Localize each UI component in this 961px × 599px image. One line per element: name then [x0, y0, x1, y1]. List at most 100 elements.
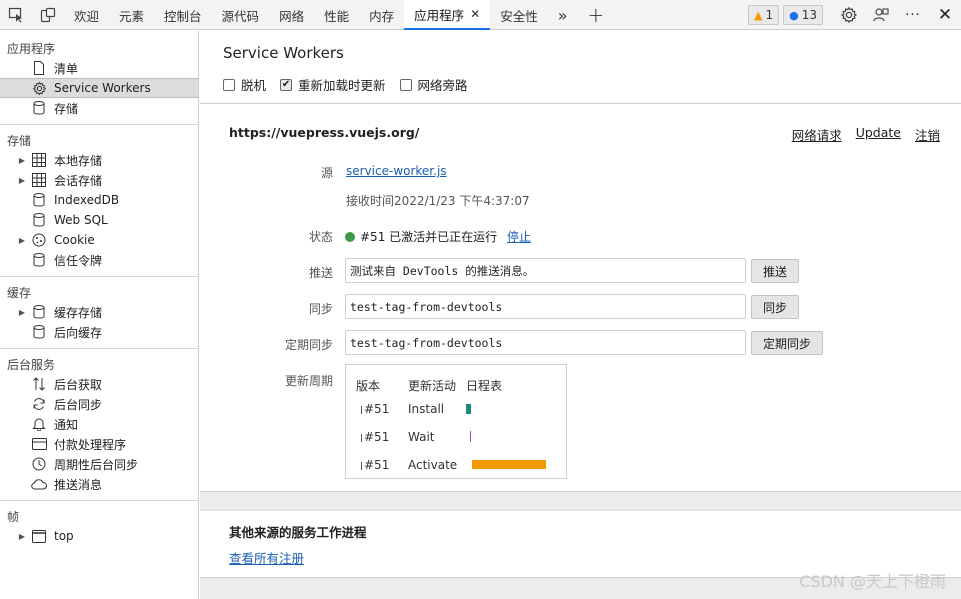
sidebar-divider [0, 348, 198, 349]
activity-cell: Install [408, 402, 445, 416]
sidebar-item-label: 周期性后台同步 [54, 457, 139, 472]
sidebar-item-manifest[interactable]: 清单 [0, 58, 198, 78]
sidebar-item-frame-top[interactable]: ▶ top [0, 526, 198, 546]
tab-welcome[interactable]: 欢迎 [64, 0, 109, 30]
messages-badge[interactable]: ● 13 [783, 5, 823, 25]
table-row: #51 Activate [346, 458, 566, 478]
periodic-sync-input[interactable]: test-tag-from-devtools [345, 330, 746, 355]
expand-arrow-icon[interactable]: ▶ [16, 532, 28, 541]
sidebar-item-label: 通知 [54, 417, 79, 432]
device-toolbar-icon[interactable] [32, 0, 64, 30]
sidebar-item-label: 后向缓存 [54, 325, 103, 340]
devtools-toolbar: 欢迎 元素 控制台 源代码 网络 性能 内存 应用程序 ✕ 安全性 » + ▲ … [0, 0, 961, 30]
sidebar-item-label: 推送消息 [54, 477, 103, 492]
gear-icon[interactable] [833, 0, 865, 30]
sidebar-item-service-workers[interactable]: Service Workers [0, 78, 198, 98]
checkbox-label: 网络旁路 [417, 78, 468, 93]
push-button[interactable]: 推送 [751, 259, 799, 283]
sidebar-section-storage: 存储 [7, 133, 32, 148]
sidebar-item-web-sql[interactable]: Web SQL [0, 210, 198, 230]
service-workers-panel: Service Workers 脱机 ✔ 重新加载时更新 网络旁路 https:… [200, 31, 961, 599]
tab-security[interactable]: 安全性 [490, 0, 548, 30]
push-input[interactable]: 测试来自 DevTools 的推送消息。 [345, 258, 746, 283]
tab-application-label: 应用程序 [414, 7, 465, 23]
tab-memory[interactable]: 内存 [359, 0, 404, 30]
checkbox-box[interactable] [399, 78, 412, 91]
timeline-bar-install [466, 404, 471, 414]
tick-icon [361, 462, 362, 470]
tab-elements[interactable]: 元素 [109, 0, 154, 30]
see-all-registrations-link[interactable]: 查看所有注册 [229, 551, 304, 566]
sidebar-item-storage[interactable]: 存储 [0, 98, 198, 118]
table-header: 版本 更新活动 日程表 [346, 377, 566, 397]
tab-application[interactable]: 应用程序 ✕ [404, 0, 491, 30]
offline-checkbox[interactable]: 脱机 [223, 75, 266, 94]
update-link[interactable]: Update [856, 125, 901, 144]
periodic-sync-button[interactable]: 定期同步 [751, 331, 823, 355]
database-icon [30, 252, 48, 268]
expand-arrow-icon[interactable]: ▶ [16, 236, 28, 245]
sidebar-item-payment-handler[interactable]: 付款处理程序 [0, 434, 198, 454]
inspect-element-icon[interactable] [0, 0, 32, 30]
sidebar-item-label: 本地存储 [54, 153, 103, 168]
database-icon [30, 212, 48, 228]
options-row: 脱机 ✔ 重新加载时更新 网络旁路 [223, 75, 482, 94]
column-header-activity: 更新活动 [408, 379, 457, 393]
up-down-arrows-icon [30, 376, 48, 392]
sidebar-item-cookie[interactable]: ▶ Cookie [0, 230, 198, 250]
tab-performance[interactable]: 性能 [314, 0, 359, 30]
tab-network[interactable]: 网络 [269, 0, 314, 30]
checkbox-box-checked[interactable]: ✔ [280, 78, 293, 91]
update-on-reload-checkbox[interactable]: ✔ 重新加载时更新 [280, 75, 386, 94]
more-menu-icon[interactable]: ··· [897, 0, 929, 30]
close-devtools-icon[interactable]: ✕ [929, 0, 961, 30]
sync-input[interactable]: test-tag-from-devtools [345, 294, 746, 319]
unregister-link[interactable]: 注销 [915, 125, 940, 144]
sidebar-item-label: IndexedDB [54, 193, 120, 207]
column-header-version: 版本 [356, 379, 381, 393]
gear-icon [30, 80, 48, 96]
update-cycle-table: 版本 更新活动 日程表 #51 Install #51 Wait #51 Act… [345, 364, 567, 479]
add-tab-icon[interactable]: + [578, 0, 615, 30]
sidebar-item-periodic-background-sync[interactable]: 周期性后台同步 [0, 454, 198, 474]
expand-arrow-icon[interactable]: ▶ [16, 308, 28, 317]
customize-icon[interactable] [865, 0, 897, 30]
expand-arrow-icon[interactable]: ▶ [16, 176, 28, 185]
close-tab-icon[interactable]: ✕ [470, 7, 480, 21]
expand-arrow-icon[interactable]: ▶ [16, 156, 28, 165]
activity-cell: Wait [408, 430, 435, 444]
tab-console[interactable]: 控制台 [154, 0, 212, 30]
sync-icon [30, 396, 48, 412]
checkbox-box[interactable] [223, 78, 235, 91]
tab-sources[interactable]: 源代码 [212, 0, 270, 30]
network-requests-link[interactable]: 网络请求 [792, 125, 842, 144]
watermark: CSDN @天上下橙雨 [799, 572, 946, 591]
sidebar-item-notifications[interactable]: 通知 [0, 414, 198, 434]
status-text: #51 已激活并已正在运行 [360, 230, 498, 244]
sidebar-item-background-sync[interactable]: 后台同步 [0, 394, 198, 414]
sidebar-section-cache: 缓存 [7, 285, 32, 300]
source-link[interactable]: service-worker.js [346, 164, 447, 178]
sidebar-item-background-fetch[interactable]: 后台获取 [0, 374, 198, 394]
sidebar-item-session-storage[interactable]: ▶ 会话存储 [0, 170, 198, 190]
stop-link[interactable]: 停止 [507, 230, 531, 244]
database-icon [30, 192, 48, 208]
clock-icon [30, 456, 48, 472]
tick-icon [361, 434, 362, 442]
sidebar-item-cache-storage[interactable]: ▶ 缓存存储 [0, 302, 198, 322]
warnings-count: 1 [765, 8, 774, 22]
sidebar-item-label: 信任令牌 [54, 253, 103, 268]
sidebar-item-push-messaging[interactable]: 推送消息 [0, 474, 198, 494]
sidebar-item-local-storage[interactable]: ▶ 本地存储 [0, 150, 198, 170]
sidebar-item-indexeddb[interactable]: IndexedDB [0, 190, 198, 210]
more-tabs-icon[interactable]: » [548, 0, 578, 30]
grid-icon [30, 172, 48, 188]
bypass-network-checkbox[interactable]: 网络旁路 [399, 75, 468, 94]
sync-button[interactable]: 同步 [751, 295, 799, 319]
version-cell: #51 [364, 430, 390, 444]
sidebar-item-trust-tokens[interactable]: 信任令牌 [0, 250, 198, 270]
warnings-badge[interactable]: ▲ 1 [748, 5, 780, 25]
periodic-sync-label: 定期同步 [284, 338, 333, 352]
sidebar-item-label: 付款处理程序 [54, 437, 127, 452]
sidebar-item-back-forward-cache[interactable]: 后向缓存 [0, 322, 198, 342]
